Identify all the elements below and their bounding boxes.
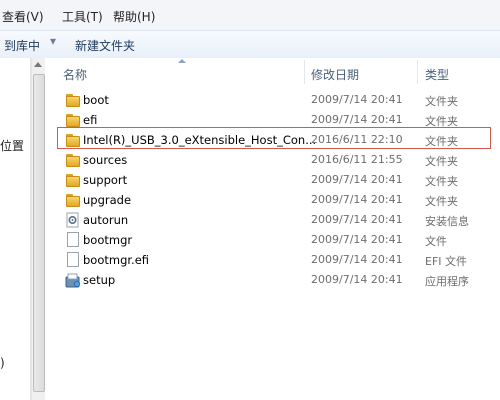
nav-item[interactable]: ) <box>0 356 5 370</box>
file-icon <box>65 232 81 248</box>
file-date: 2009/7/14 20:41 <box>311 233 403 246</box>
file-date: 2016/6/11 21:55 <box>311 153 403 166</box>
file-type: 文件夹 <box>425 195 458 208</box>
file-date: 2009/7/14 20:41 <box>311 213 403 226</box>
menu-tools[interactable]: 工具(T) <box>62 8 103 25</box>
file-list: 名称 修改日期 类型 boot 2009/7/14 20:41 文件夹 efi … <box>45 58 500 400</box>
file-date: 2009/7/14 20:41 <box>311 113 403 126</box>
folder-icon <box>65 92 81 108</box>
file-type: 文件 <box>425 235 447 248</box>
folder-icon <box>65 192 81 208</box>
column-name[interactable]: 名称 <box>63 66 87 83</box>
file-date: 2009/7/14 20:41 <box>311 193 403 206</box>
file-row[interactable]: autorun 2009/7/14 20:41 安装信息 <box>45 210 500 230</box>
command-bar: 到库中 ▾ 新建文件夹 <box>0 31 500 59</box>
scroll-thumb[interactable] <box>33 74 45 392</box>
column-type[interactable]: 类型 <box>425 66 449 83</box>
folder-icon <box>65 152 81 168</box>
file-date: 2009/7/14 20:41 <box>311 253 403 266</box>
file-name: upgrade <box>83 193 132 207</box>
file-name: support <box>83 173 128 187</box>
column-divider[interactable] <box>304 60 305 84</box>
scroll-up-icon[interactable] <box>34 62 42 67</box>
navigation-scrollbar[interactable] <box>31 58 46 400</box>
file-row[interactable]: setup 2009/7/14 20:41 应用程序 <box>45 270 500 290</box>
settings-file-icon <box>65 212 81 228</box>
file-type: EFI 文件 <box>425 255 468 268</box>
file-row[interactable]: boot 2009/7/14 20:41 文件夹 <box>45 90 500 110</box>
column-header: 名称 修改日期 类型 <box>45 58 500 86</box>
dropdown-arrow-icon[interactable]: ▾ <box>50 34 56 48</box>
file-type: 应用程序 <box>425 275 469 288</box>
include-in-library-button[interactable]: 到库中 <box>4 37 40 54</box>
menu-bar: 查看(V) 工具(T) 帮助(H) <box>0 0 500 31</box>
menu-help[interactable]: 帮助(H) <box>113 8 155 25</box>
folder-icon <box>65 112 81 128</box>
file-name: efi <box>83 113 98 127</box>
file-name: Intel(R)_USB_3.0_eXtensible_Host_Con... <box>83 133 317 147</box>
file-row[interactable]: upgrade 2009/7/14 20:41 文件夹 <box>45 190 500 210</box>
file-row[interactable]: sources 2016/6/11 21:55 文件夹 <box>45 150 500 170</box>
file-row[interactable]: bootmgr 2009/7/14 20:41 文件 <box>45 230 500 250</box>
file-row[interactable]: Intel(R)_USB_3.0_eXtensible_Host_Con... … <box>45 127 500 150</box>
file-date: 2016/6/11 22:10 <box>311 133 403 146</box>
column-divider[interactable] <box>417 60 418 84</box>
folder-icon <box>65 132 81 148</box>
file-name: autorun <box>83 213 129 227</box>
file-date: 2009/7/14 20:41 <box>311 273 403 286</box>
menu-view[interactable]: 查看(V) <box>2 8 44 25</box>
setup-app-icon <box>65 272 81 288</box>
column-date-modified[interactable]: 修改日期 <box>311 66 359 83</box>
file-row[interactable]: support 2009/7/14 20:41 文件夹 <box>45 170 500 190</box>
file-type: 文件夹 <box>425 175 458 188</box>
file-date: 2009/7/14 20:41 <box>311 173 403 186</box>
new-folder-button[interactable]: 新建文件夹 <box>75 37 135 54</box>
file-name: bootmgr.efi <box>83 253 150 267</box>
sort-arrow-icon <box>178 59 186 63</box>
nav-item-location[interactable]: 位置 <box>0 137 24 154</box>
file-icon <box>65 252 81 268</box>
file-type: 文件夹 <box>425 135 458 148</box>
file-date: 2009/7/14 20:41 <box>311 93 403 106</box>
file-type: 文件夹 <box>425 155 458 168</box>
file-type: 文件夹 <box>425 95 458 108</box>
file-name: setup <box>83 273 116 287</box>
file-name: sources <box>83 153 128 167</box>
folder-icon <box>65 172 81 188</box>
navigation-pane: 位置 ) <box>0 58 31 400</box>
file-type: 安装信息 <box>425 215 469 228</box>
file-name: boot <box>83 93 109 107</box>
file-row[interactable]: bootmgr.efi 2009/7/14 20:41 EFI 文件 <box>45 250 500 270</box>
file-name: bootmgr <box>83 233 133 247</box>
